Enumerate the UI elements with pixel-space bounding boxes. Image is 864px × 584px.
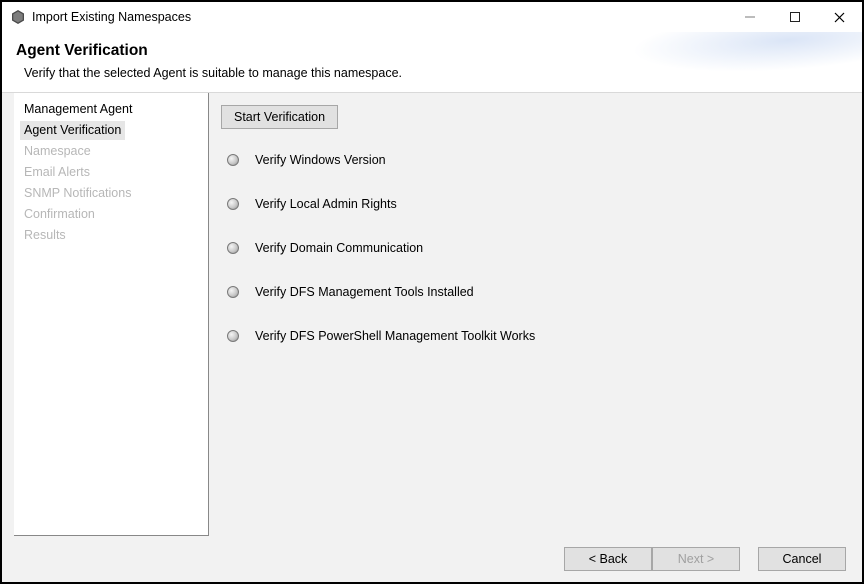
cancel-button[interactable]: Cancel [758,547,846,571]
app-icon [10,9,26,25]
page-subtitle: Verify that the selected Agent is suitab… [24,66,848,80]
step-confirmation: Confirmation [20,205,99,224]
start-verification-button[interactable]: Start Verification [221,105,338,129]
minimize-button[interactable] [727,2,772,32]
close-button[interactable] [817,2,862,32]
titlebar: Import Existing Namespaces [2,2,862,32]
check-label: Verify DFS PowerShell Management Toolkit… [255,329,535,343]
verification-check-list: Verify Windows Version Verify Local Admi… [221,153,850,343]
check-label: Verify DFS Management Tools Installed [255,285,474,299]
check-item: Verify DFS PowerShell Management Toolkit… [227,329,850,343]
status-bullet-icon [227,330,239,342]
check-item: Verify DFS Management Tools Installed [227,285,850,299]
dialog-window: Import Existing Namespaces Agent Verific… [0,0,864,584]
check-label: Verify Windows Version [255,153,386,167]
page-title: Agent Verification [16,42,848,60]
main-area: Management Agent Agent Verification Name… [2,93,862,536]
next-button: Next > [652,547,740,571]
content-pane: Start Verification Verify Windows Versio… [209,93,862,536]
step-agent-verification[interactable]: Agent Verification [20,121,125,140]
check-item: Verify Domain Communication [227,241,850,255]
step-namespace: Namespace [20,142,95,161]
wizard-steps-sidebar: Management Agent Agent Verification Name… [14,93,209,536]
window-title: Import Existing Namespaces [32,10,191,24]
step-email-alerts: Email Alerts [20,163,94,182]
wizard-footer: < Back Next > Cancel [2,536,862,582]
wizard-header: Agent Verification Verify that the selec… [2,32,862,93]
step-management-agent[interactable]: Management Agent [20,100,136,119]
check-label: Verify Domain Communication [255,241,423,255]
status-bullet-icon [227,198,239,210]
back-button[interactable]: < Back [564,547,652,571]
status-bullet-icon [227,242,239,254]
status-bullet-icon [227,286,239,298]
check-label: Verify Local Admin Rights [255,197,397,211]
status-bullet-icon [227,154,239,166]
check-item: Verify Local Admin Rights [227,197,850,211]
step-results: Results [20,226,70,245]
maximize-button[interactable] [772,2,817,32]
check-item: Verify Windows Version [227,153,850,167]
step-snmp-notifications: SNMP Notifications [20,184,135,203]
